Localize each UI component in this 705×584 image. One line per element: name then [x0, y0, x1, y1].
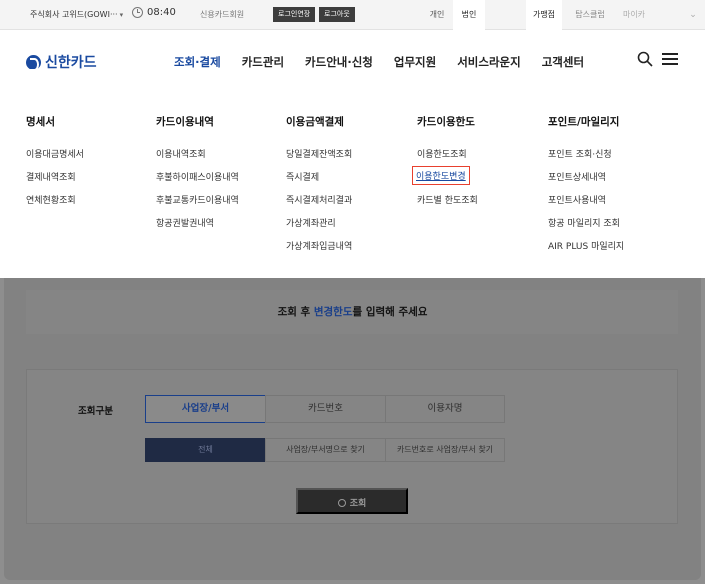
logo-icon	[26, 54, 41, 71]
menu-item[interactable]: AIR PLUS 마일리지	[548, 239, 624, 262]
option-find-dept-by-card[interactable]: 카드번호로 사업장/부서 찾기	[385, 438, 505, 462]
menu-item[interactable]: 연체현황조회	[26, 193, 84, 216]
menu-item[interactable]: 즉시결제처리결과	[286, 193, 352, 216]
notice-text: 조회 후 변경한도를 입력해 주세요	[0, 304, 705, 319]
menu-heading: 카드이용한도	[417, 116, 475, 128]
timer-value: 08:40	[147, 7, 176, 18]
clock-icon	[132, 7, 143, 18]
menu-item[interactable]: 이용대금명세서	[26, 147, 84, 170]
tab-my-car[interactable]: 마이카	[614, 0, 654, 30]
chevron-down-icon: ▾	[119, 11, 124, 19]
inquiry-type-label: 조회구분	[78, 406, 113, 417]
hamburger-menu-icon[interactable]	[662, 53, 678, 65]
segment-business-dept[interactable]: 사업장/부서	[145, 395, 266, 423]
menu-item-label: 이용한도변경	[412, 166, 470, 185]
notice-highlight: 변경한도	[313, 306, 353, 318]
dimmed-overlay: 조회 후 변경한도를 입력해 주세요 조회구분 사업장/부서 카드번호 이용자명…	[0, 278, 705, 584]
menu-item[interactable]: 항공권발권내역	[156, 216, 239, 239]
search-button-label: 조회	[349, 498, 367, 508]
menu-item-limit-change[interactable]: 이용한도변경	[412, 166, 478, 193]
option-all[interactable]: 전체	[145, 438, 266, 462]
menu-column-card-usage: 카드이용내역 이용내역조회 후불하이패스이용내역 후불교통카드이용내역 항공권발…	[156, 114, 239, 239]
menu-item[interactable]: 포인트상세내역	[548, 170, 624, 193]
main-header: 신한카드 조회·결제 카드관리 카드안내·신청 업무지원 서비스라운지 고객센터	[0, 30, 705, 92]
nav-customer-center[interactable]: 고객센터	[542, 54, 584, 70]
menu-item[interactable]: 항공 마일리지 조회	[548, 216, 624, 239]
nav-business-support[interactable]: 업무지원	[394, 54, 436, 70]
notice-post: 를 입력해 주세요	[352, 306, 428, 318]
menu-item[interactable]: 후불하이패스이용내역	[156, 170, 239, 193]
global-nav: 조회·결제 카드관리 카드안내·신청 업무지원 서비스라운지 고객센터	[174, 54, 605, 70]
nav-inquiry-payment[interactable]: 조회·결제	[174, 54, 221, 70]
logo-text: 신한카드	[45, 55, 97, 71]
tab-corporate[interactable]: 법인	[453, 0, 485, 30]
option-find-by-dept-name[interactable]: 사업장/부서명으로 찾기	[265, 438, 386, 462]
search-icon	[337, 499, 346, 507]
nav-service-lounge[interactable]: 서비스라운지	[457, 54, 520, 70]
extend-login-button[interactable]: 로그인연장	[273, 7, 316, 22]
shinhan-card-logo[interactable]: 신한카드	[26, 52, 97, 72]
menu-item[interactable]: 가상계좌관리	[286, 216, 352, 239]
menu-item[interactable]: 이용내역조회	[156, 147, 239, 170]
menu-item[interactable]: 포인트사용내역	[548, 193, 624, 216]
tab-personal[interactable]: 개인	[421, 0, 453, 30]
menu-item[interactable]: 결제내역조회	[26, 170, 84, 193]
nav-card-management[interactable]: 카드관리	[242, 54, 284, 70]
menu-item[interactable]: 포인트 조회·신청	[548, 147, 624, 170]
menu-item[interactable]: 후불교통카드이용내역	[156, 193, 239, 216]
menu-item[interactable]: 카드별 한도조회	[417, 193, 478, 216]
menu-heading: 포인트/마일리지	[548, 116, 620, 128]
notice-pre: 조회 후	[277, 306, 314, 318]
menu-column-limit: 카드이용한도 이용한도조회 이용한도변경 카드별 한도조회	[412, 114, 478, 216]
segment-user-name[interactable]: 이용자명	[385, 395, 505, 423]
menu-column-points: 포인트/마일리지 포인트 조회·신청 포인트상세내역 포인트사용내역 항공 마일…	[548, 114, 624, 262]
tab-merchant[interactable]: 가맹점	[526, 0, 562, 30]
session-timer: 08:40	[132, 7, 176, 18]
menu-column-statement: 명세서 이용대금명세서 결제내역조회 연체현황조회	[26, 114, 84, 216]
mega-menu: 명세서 이용대금명세서 결제내역조회 연체현황조회 카드이용내역 이용내역조회 …	[0, 92, 705, 278]
search-icon[interactable]	[637, 51, 653, 67]
menu-item[interactable]: 즉시결제	[286, 170, 352, 193]
menu-item[interactable]: 당일결제잔액조회	[286, 147, 352, 170]
menu-item[interactable]: 가상계좌입금내역	[286, 239, 352, 262]
user-type-label: 신용카드회원	[200, 10, 245, 19]
menu-heading: 카드이용내역	[156, 116, 214, 128]
logout-button[interactable]: 로그아웃	[319, 7, 355, 22]
company-selector[interactable]: 주식회사 고위드(GOWI··· ▾	[30, 9, 123, 20]
top-utility-bar: 주식회사 고위드(GOWI··· ▾ 08:40 신용카드회원 로그인연장 로그아…	[0, 0, 705, 30]
more-chevron-icon[interactable]: ⌄	[683, 0, 703, 30]
member-type-tabs: 개인 법인	[421, 0, 485, 30]
search-button[interactable]: 조회	[296, 488, 408, 514]
menu-heading: 이용금액결제	[286, 116, 344, 128]
menu-column-payment: 이용금액결제 당일결제잔액조회 즉시결제 즉시결제처리결과 가상계좌관리 가상계…	[286, 114, 352, 262]
company-name: 주식회사 고위드(GOWI···	[30, 10, 118, 19]
menu-heading: 명세서	[26, 116, 55, 128]
tab-tops-club[interactable]: 탑스클럽	[568, 0, 612, 30]
segment-card-number[interactable]: 카드번호	[265, 395, 386, 423]
nav-card-info-apply[interactable]: 카드안내·신청	[305, 54, 373, 70]
